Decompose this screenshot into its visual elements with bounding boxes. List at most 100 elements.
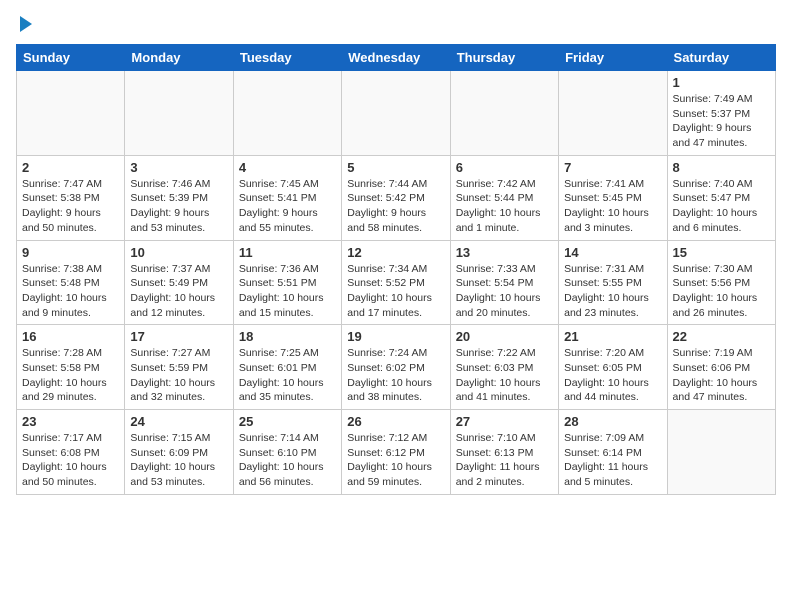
day-info: Sunrise: 7:31 AM Sunset: 5:55 PM Dayligh… [564,262,661,321]
calendar-day-cell: 11 Sunrise: 7:36 AM Sunset: 5:51 PM Dayli… [233,240,341,325]
page-header [16,16,776,32]
calendar-day-cell: 19 Sunrise: 7:24 AM Sunset: 6:02 PM Dayli… [342,325,450,410]
day-number: 2 [22,160,119,175]
calendar-week-row: 23 Sunrise: 7:17 AM Sunset: 6:08 PM Dayli… [17,410,776,495]
calendar-day-cell: 15 Sunrise: 7:30 AM Sunset: 5:56 PM Dayli… [667,240,775,325]
calendar-day-cell: 13 Sunrise: 7:33 AM Sunset: 5:54 PM Dayli… [450,240,558,325]
day-number: 21 [564,329,661,344]
day-info: Sunrise: 7:42 AM Sunset: 5:44 PM Dayligh… [456,177,553,236]
calendar-table: SundayMondayTuesdayWednesdayThursdayFrid… [16,44,776,495]
day-info: Sunrise: 7:40 AM Sunset: 5:47 PM Dayligh… [673,177,770,236]
calendar-day-cell [450,71,558,156]
calendar-day-cell: 16 Sunrise: 7:28 AM Sunset: 5:58 PM Dayli… [17,325,125,410]
calendar-day-cell: 6 Sunrise: 7:42 AM Sunset: 5:44 PM Daylig… [450,155,558,240]
calendar-day-cell [667,410,775,495]
day-number: 1 [673,75,770,90]
day-info: Sunrise: 7:27 AM Sunset: 5:59 PM Dayligh… [130,346,227,405]
day-info: Sunrise: 7:17 AM Sunset: 6:08 PM Dayligh… [22,431,119,490]
day-info: Sunrise: 7:30 AM Sunset: 5:56 PM Dayligh… [673,262,770,321]
day-number: 26 [347,414,444,429]
day-number: 19 [347,329,444,344]
calendar-day-cell: 2 Sunrise: 7:47 AM Sunset: 5:38 PM Daylig… [17,155,125,240]
day-info: Sunrise: 7:44 AM Sunset: 5:42 PM Dayligh… [347,177,444,236]
day-number: 23 [22,414,119,429]
day-number: 9 [22,245,119,260]
day-info: Sunrise: 7:45 AM Sunset: 5:41 PM Dayligh… [239,177,336,236]
day-info: Sunrise: 7:33 AM Sunset: 5:54 PM Dayligh… [456,262,553,321]
day-number: 20 [456,329,553,344]
day-number: 6 [456,160,553,175]
calendar-header-row: SundayMondayTuesdayWednesdayThursdayFrid… [17,45,776,71]
day-of-week-header: Thursday [450,45,558,71]
day-number: 24 [130,414,227,429]
day-of-week-header: Wednesday [342,45,450,71]
calendar-day-cell: 1 Sunrise: 7:49 AM Sunset: 5:37 PM Daylig… [667,71,775,156]
calendar-day-cell: 18 Sunrise: 7:25 AM Sunset: 6:01 PM Dayli… [233,325,341,410]
day-of-week-header: Sunday [17,45,125,71]
day-of-week-header: Monday [125,45,233,71]
day-number: 5 [347,160,444,175]
day-info: Sunrise: 7:25 AM Sunset: 6:01 PM Dayligh… [239,346,336,405]
day-number: 15 [673,245,770,260]
day-info: Sunrise: 7:10 AM Sunset: 6:13 PM Dayligh… [456,431,553,490]
day-info: Sunrise: 7:34 AM Sunset: 5:52 PM Dayligh… [347,262,444,321]
calendar-day-cell: 23 Sunrise: 7:17 AM Sunset: 6:08 PM Dayli… [17,410,125,495]
day-info: Sunrise: 7:12 AM Sunset: 6:12 PM Dayligh… [347,431,444,490]
day-of-week-header: Saturday [667,45,775,71]
logo-arrow-icon [20,16,32,32]
day-number: 22 [673,329,770,344]
day-number: 25 [239,414,336,429]
calendar-day-cell: 21 Sunrise: 7:20 AM Sunset: 6:05 PM Dayli… [559,325,667,410]
day-number: 18 [239,329,336,344]
day-of-week-header: Friday [559,45,667,71]
day-number: 10 [130,245,227,260]
day-number: 4 [239,160,336,175]
calendar-day-cell: 5 Sunrise: 7:44 AM Sunset: 5:42 PM Daylig… [342,155,450,240]
calendar-day-cell [233,71,341,156]
calendar-day-cell [342,71,450,156]
day-info: Sunrise: 7:38 AM Sunset: 5:48 PM Dayligh… [22,262,119,321]
day-number: 28 [564,414,661,429]
day-info: Sunrise: 7:36 AM Sunset: 5:51 PM Dayligh… [239,262,336,321]
calendar-day-cell: 3Sunrise: 7:46 AM Sunset: 5:39 PM Daylig… [125,155,233,240]
calendar-day-cell [125,71,233,156]
logo [16,16,32,32]
calendar-week-row: 16 Sunrise: 7:28 AM Sunset: 5:58 PM Dayli… [17,325,776,410]
day-info: Sunrise: 7:20 AM Sunset: 6:05 PM Dayligh… [564,346,661,405]
day-info: Sunrise: 7:46 AM Sunset: 5:39 PM Dayligh… [130,177,227,236]
day-of-week-header: Tuesday [233,45,341,71]
day-info: Sunrise: 7:09 AM Sunset: 6:14 PM Dayligh… [564,431,661,490]
calendar-day-cell: 10 Sunrise: 7:37 AM Sunset: 5:49 PM Dayli… [125,240,233,325]
day-number: 14 [564,245,661,260]
calendar-week-row: 2 Sunrise: 7:47 AM Sunset: 5:38 PM Daylig… [17,155,776,240]
day-info: Sunrise: 7:19 AM Sunset: 6:06 PM Dayligh… [673,346,770,405]
day-number: 16 [22,329,119,344]
day-info: Sunrise: 7:14 AM Sunset: 6:10 PM Dayligh… [239,431,336,490]
calendar-day-cell: 27 Sunrise: 7:10 AM Sunset: 6:13 PM Dayli… [450,410,558,495]
day-info: Sunrise: 7:24 AM Sunset: 6:02 PM Dayligh… [347,346,444,405]
calendar-day-cell: 4 Sunrise: 7:45 AM Sunset: 5:41 PM Daylig… [233,155,341,240]
calendar-day-cell [17,71,125,156]
calendar-day-cell: 9 Sunrise: 7:38 AM Sunset: 5:48 PM Daylig… [17,240,125,325]
calendar-day-cell: 28 Sunrise: 7:09 AM Sunset: 6:14 PM Dayli… [559,410,667,495]
calendar-week-row: 9 Sunrise: 7:38 AM Sunset: 5:48 PM Daylig… [17,240,776,325]
day-number: 11 [239,245,336,260]
calendar-day-cell: 20 Sunrise: 7:22 AM Sunset: 6:03 PM Dayli… [450,325,558,410]
day-info: Sunrise: 7:37 AM Sunset: 5:49 PM Dayligh… [130,262,227,321]
day-number: 12 [347,245,444,260]
day-info: Sunrise: 7:15 AM Sunset: 6:09 PM Dayligh… [130,431,227,490]
day-info: Sunrise: 7:49 AM Sunset: 5:37 PM Dayligh… [673,92,770,151]
calendar-day-cell [559,71,667,156]
day-number: 17 [130,329,227,344]
day-number: 8 [673,160,770,175]
day-info: Sunrise: 7:28 AM Sunset: 5:58 PM Dayligh… [22,346,119,405]
day-number: 7 [564,160,661,175]
calendar-day-cell: 14 Sunrise: 7:31 AM Sunset: 5:55 PM Dayli… [559,240,667,325]
day-number: 13 [456,245,553,260]
calendar-week-row: 1 Sunrise: 7:49 AM Sunset: 5:37 PM Daylig… [17,71,776,156]
day-number: 27 [456,414,553,429]
calendar-day-cell: 8 Sunrise: 7:40 AM Sunset: 5:47 PM Daylig… [667,155,775,240]
calendar-day-cell: 7Sunrise: 7:41 AM Sunset: 5:45 PM Daylig… [559,155,667,240]
day-info: Sunrise: 7:47 AM Sunset: 5:38 PM Dayligh… [22,177,119,236]
day-info: Sunrise: 7:22 AM Sunset: 6:03 PM Dayligh… [456,346,553,405]
